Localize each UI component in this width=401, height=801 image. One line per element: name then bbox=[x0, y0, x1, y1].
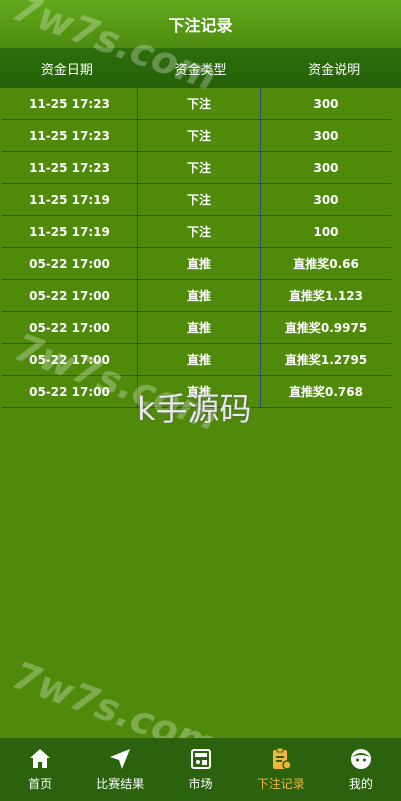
header-type: 资金类型 bbox=[174, 62, 227, 78]
nav-mine[interactable]: 我的 bbox=[321, 738, 401, 801]
row-date: 05-22 17:00 bbox=[2, 248, 138, 279]
row-type: 直推 bbox=[138, 312, 261, 343]
row-date: 11-25 17:19 bbox=[2, 216, 138, 247]
row-type: 下注 bbox=[138, 88, 261, 119]
row-type: 下注 bbox=[138, 184, 261, 215]
row-note: 直推奖0.66 bbox=[293, 257, 359, 271]
table-row: 05-22 17:00 直推 直推奖0.768 bbox=[2, 376, 391, 408]
nav-home-label: 首页 bbox=[28, 777, 53, 791]
row-type: 直推 bbox=[138, 248, 261, 279]
row-type: 直推 bbox=[138, 344, 261, 375]
row-type: 直推 bbox=[138, 280, 261, 311]
nav-results-label: 比赛结果 bbox=[96, 777, 145, 791]
row-type: 下注 bbox=[138, 216, 261, 247]
row-date: 11-25 17:23 bbox=[2, 152, 138, 183]
table-row: 11-25 17:19 下注 100 bbox=[2, 216, 391, 248]
table-header: 资金日期 资金类型 资金说明 bbox=[0, 48, 401, 88]
row-note: 100 bbox=[313, 224, 339, 239]
page-title-text: 下注记录 bbox=[168, 16, 233, 35]
table-row: 11-25 17:23 下注 300 bbox=[2, 88, 391, 120]
nav-bet-record-label: 下注记录 bbox=[256, 777, 305, 791]
row-type: 下注 bbox=[138, 120, 261, 151]
row-date: 05-22 17:00 bbox=[2, 312, 138, 343]
table-row: 05-22 17:00 直推 直推奖0.66 bbox=[2, 248, 391, 280]
row-date: 05-22 17:00 bbox=[2, 376, 138, 407]
nav-market-label: 市场 bbox=[188, 777, 213, 791]
row-note: 直推奖0.9975 bbox=[284, 321, 368, 335]
nav-market[interactable]: 市场 bbox=[160, 738, 240, 801]
clipboard-icon bbox=[272, 747, 292, 770]
home-icon bbox=[30, 749, 51, 768]
row-date: 11-25 17:19 bbox=[2, 184, 138, 215]
bottom-nav: 首页 比赛结果 市场 下注记录 我的 bbox=[0, 738, 401, 801]
row-note: 直推奖1.2795 bbox=[284, 353, 368, 367]
market-icon bbox=[190, 749, 211, 769]
row-type: 下注 bbox=[138, 152, 261, 183]
table-row: 05-22 17:00 直推 直推奖0.9975 bbox=[2, 312, 391, 344]
header-date: 资金日期 bbox=[40, 62, 93, 78]
send-icon bbox=[110, 749, 131, 769]
row-note: 直推奖1.123 bbox=[289, 289, 363, 303]
row-date: 11-25 17:23 bbox=[2, 88, 138, 119]
row-note: 直推奖0.768 bbox=[289, 385, 363, 399]
nav-mine-label: 我的 bbox=[348, 777, 373, 791]
row-date: 05-22 17:00 bbox=[2, 344, 138, 375]
row-type: 直推 bbox=[138, 376, 261, 407]
table-row: 05-22 17:00 直推 直推奖1.2795 bbox=[2, 344, 391, 376]
table-row: 05-22 17:00 直推 直推奖1.123 bbox=[2, 280, 391, 312]
row-note: 300 bbox=[313, 128, 339, 143]
bet-record-table: 11-25 17:23 下注 300 11-25 17:23 下注 300 11… bbox=[2, 88, 391, 408]
row-note: 300 bbox=[313, 160, 339, 175]
table-row: 11-25 17:23 下注 300 bbox=[2, 120, 391, 152]
nav-bet-record[interactable]: 下注记录 bbox=[241, 738, 321, 801]
row-note: 300 bbox=[313, 192, 339, 207]
table-row: 11-25 17:23 下注 300 bbox=[2, 152, 391, 184]
row-note: 300 bbox=[313, 96, 339, 111]
row-date: 05-22 17:00 bbox=[2, 280, 138, 311]
user-face-icon bbox=[350, 749, 371, 769]
table-row: 11-25 17:19 下注 300 bbox=[2, 184, 391, 216]
nav-home[interactable]: 首页 bbox=[0, 738, 80, 801]
row-date: 11-25 17:23 bbox=[2, 120, 138, 151]
nav-results[interactable]: 比赛结果 bbox=[80, 738, 160, 801]
header-note: 资金说明 bbox=[308, 62, 361, 78]
page-title: 下注记录 bbox=[0, 0, 401, 48]
